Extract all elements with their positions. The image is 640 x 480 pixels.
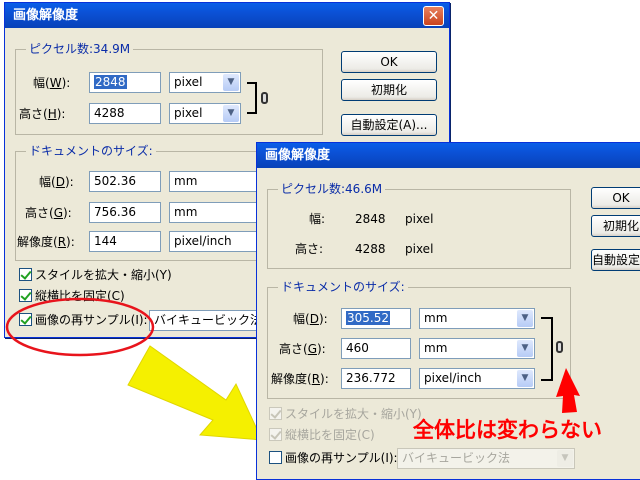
annotation-arrow-layer — [556, 368, 580, 413]
annotation-note: 全体比は変わらない — [413, 418, 602, 442]
red-arrow — [556, 368, 580, 413]
